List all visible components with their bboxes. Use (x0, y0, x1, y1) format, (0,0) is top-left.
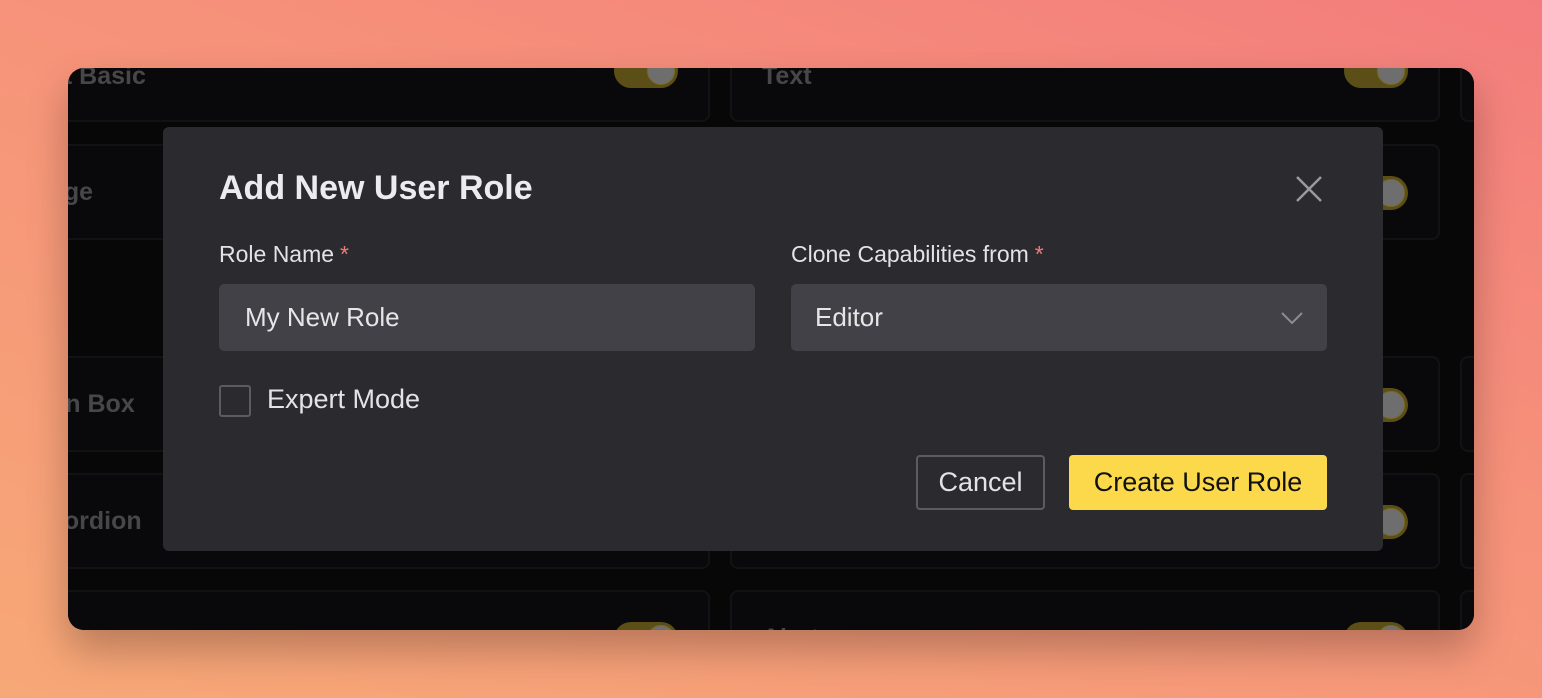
clone-capabilities-select[interactable]: Editor (791, 284, 1327, 351)
clone-capabilities-label-text: Clone Capabilities from (791, 241, 1029, 267)
cancel-button[interactable]: Cancel (916, 455, 1045, 510)
close-button[interactable] (1291, 171, 1327, 207)
chevron-down-icon (1281, 311, 1303, 324)
role-name-input[interactable] (219, 284, 755, 351)
required-marker: * (340, 241, 349, 267)
add-user-role-dialog: Add New User Role Role Name* Clone Capab… (163, 127, 1383, 551)
create-user-role-button[interactable]: Create User Role (1069, 455, 1327, 510)
clone-capabilities-label: Clone Capabilities from * (791, 241, 1044, 268)
role-name-label-text: Role Name (219, 241, 335, 267)
required-marker: * (1034, 241, 1044, 267)
selected-role: Editor (815, 302, 883, 332)
app-window: xt Basic Text age on Box cordion Alert A… (68, 68, 1474, 630)
expert-mode-label[interactable]: Expert Mode (267, 384, 420, 415)
close-icon (1296, 176, 1322, 202)
role-name-label: Role Name * (219, 241, 349, 268)
dialog-title: Add New User Role (219, 169, 533, 207)
expert-mode-checkbox[interactable] (219, 385, 251, 417)
